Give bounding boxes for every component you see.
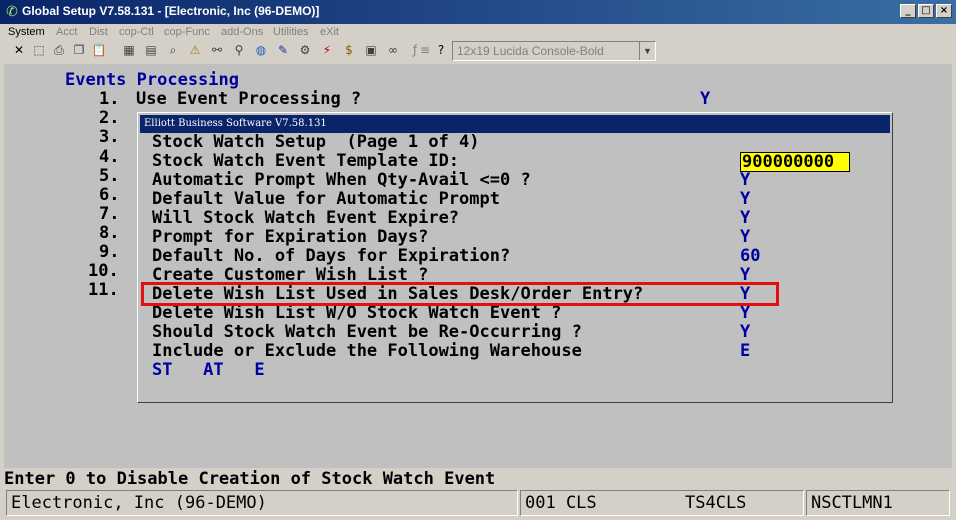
toolbar: ✕ ⬚ ⎙ ❐ 📋 ▦ ▤ ⌕ ⚠ ⚯ ⚲ ◍ ✎ ⚙ ⚡ $ ▣ ∞ ƒ ≡ … (0, 41, 956, 62)
menu-exit[interactable]: eXit (320, 26, 339, 38)
warehouse-value[interactable]: E (740, 342, 750, 361)
item-number-5: 5. (99, 166, 120, 186)
auto-prompt-label: Automatic Prompt When Qty-Avail <=0 ? (152, 170, 531, 190)
dialog-title: Elliott Business Software V7.58.131 (140, 115, 890, 133)
default-value-value[interactable]: Y (740, 190, 750, 209)
item-number-6: 6. (99, 185, 120, 205)
font-selector-value: 12x19 Lucida Console-Bold (457, 44, 604, 58)
menu-acct[interactable]: Acct (56, 26, 77, 38)
lookup-icon[interactable]: ⌕ (164, 41, 182, 60)
item-number-7: 7. (99, 204, 120, 224)
status-company: Electronic, Inc (96-DEMO) (6, 490, 518, 516)
font-selector[interactable]: 12x19 Lucida Console-Bold ▼ (452, 41, 656, 61)
certificate-icon[interactable]: ▣ (362, 41, 380, 60)
status-terminal: TS4CLS (685, 493, 747, 513)
prompt-expiration-label: Prompt for Expiration Days? (152, 227, 429, 247)
item-number-4: 4. (99, 147, 120, 167)
binoculars-icon[interactable]: ⚯ (208, 41, 226, 60)
menu-utilities[interactable]: Utilities (273, 26, 308, 38)
item-1-value[interactable]: Y (700, 90, 710, 109)
item-number-10: 10. (88, 261, 119, 281)
menu-bar: System Acct Dist cop-Ctl cop-Func add-On… (0, 24, 956, 41)
notepad-icon[interactable]: ▤ (142, 41, 160, 60)
status-bar: Electronic, Inc (96-DEMO) 001 CLS TS4CLS … (4, 490, 952, 516)
template-id-label: Stock Watch Event Template ID: (152, 151, 460, 171)
zoom-icon[interactable]: ⚲ (230, 41, 248, 60)
menu-add-ons[interactable]: add-Ons (221, 26, 263, 38)
prompt-expiration-value[interactable]: Y (740, 228, 750, 247)
item-number-2: 2. (99, 108, 120, 128)
menu-cop-func[interactable]: cop-Func (164, 26, 210, 38)
lightning-icon[interactable]: ⚡ (318, 41, 336, 60)
copy-icon[interactable]: ❐ (70, 41, 88, 60)
item-number-1: 1. (99, 89, 120, 109)
app-icon[interactable]: ✆ (4, 4, 20, 20)
menu-dist[interactable]: Dist (89, 26, 108, 38)
globe-icon[interactable]: ◍ (252, 41, 270, 60)
chevron-down-icon[interactable]: ▼ (639, 42, 655, 60)
warning-icon[interactable]: ⚠ (186, 41, 204, 60)
link-icon[interactable]: ∞ (384, 41, 402, 60)
title-bar: ✆ Global Setup V7.58.131 - [Electronic, … (0, 0, 956, 24)
expiration-days-label: Default No. of Days for Expiration? (152, 246, 511, 266)
expiration-days-value[interactable]: 60 (740, 247, 760, 266)
event-expire-value[interactable]: Y (740, 209, 750, 228)
warehouse-label: Include or Exclude the Following Warehou… (152, 341, 582, 361)
default-value-label: Default Value for Automatic Prompt (152, 189, 500, 209)
print-icon[interactable]: ⎙ (50, 41, 68, 60)
menu-system[interactable]: System (8, 26, 45, 38)
edit-icon[interactable]: ✎ (274, 41, 292, 60)
calculator-icon[interactable]: ▦ (120, 41, 138, 60)
paste-icon[interactable]: 📋 (90, 41, 108, 60)
item-number-9: 9. (99, 242, 120, 262)
dialog-header: Stock Watch Setup (Page 1 of 4) (152, 132, 480, 152)
item-number-8: 8. (99, 223, 120, 243)
item-number-3: 3. (99, 127, 120, 147)
window-controls: _ □ × (900, 4, 952, 18)
reoccurring-value[interactable]: Y (740, 323, 750, 342)
prompt-line: Enter 0 to Disable Creation of Stock Wat… (4, 469, 496, 489)
help-pointer-icon[interactable]: ? (432, 41, 450, 60)
close-icon[interactable]: × (936, 4, 952, 18)
select-icon[interactable]: ⬚ (30, 41, 48, 60)
delete-wish-list-wo-value[interactable]: Y (740, 304, 750, 323)
delete-wish-list-wo-label: Delete Wish List W/O Stock Watch Event ? (152, 303, 562, 323)
auto-prompt-value[interactable]: Y (740, 171, 750, 190)
menu-cop-ctl[interactable]: cop-Ctl (119, 26, 154, 38)
settings-icon[interactable]: ⚙ (296, 41, 314, 60)
status-program: NSCTLMN1 (806, 490, 950, 516)
minimize-icon[interactable]: _ (900, 4, 916, 18)
status-session-text: 001 CLS (525, 493, 597, 513)
reoccurring-label: Should Stock Watch Event be Re-Occurring… (152, 322, 582, 342)
event-expire-label: Will Stock Watch Event Expire? (152, 208, 460, 228)
template-id-field[interactable]: 900000000 (740, 152, 850, 172)
item-number-11: 11. (88, 280, 119, 300)
window-title: Global Setup V7.58.131 - [Electronic, In… (22, 4, 320, 18)
warehouse-list[interactable]: ST AT E (152, 361, 265, 380)
status-session: 001 CLS TS4CLS (520, 490, 804, 516)
item-1-label: Use Event Processing ? (136, 89, 362, 109)
stock-watch-dialog: Elliott Business Software V7.58.131 Stoc… (137, 112, 893, 403)
close-icon[interactable]: ✕ (10, 41, 28, 60)
maximize-icon[interactable]: □ (918, 4, 934, 18)
money-icon[interactable]: $ (340, 41, 358, 60)
highlight-annotation-box (141, 282, 779, 306)
page-title: Events Processing (65, 70, 239, 90)
